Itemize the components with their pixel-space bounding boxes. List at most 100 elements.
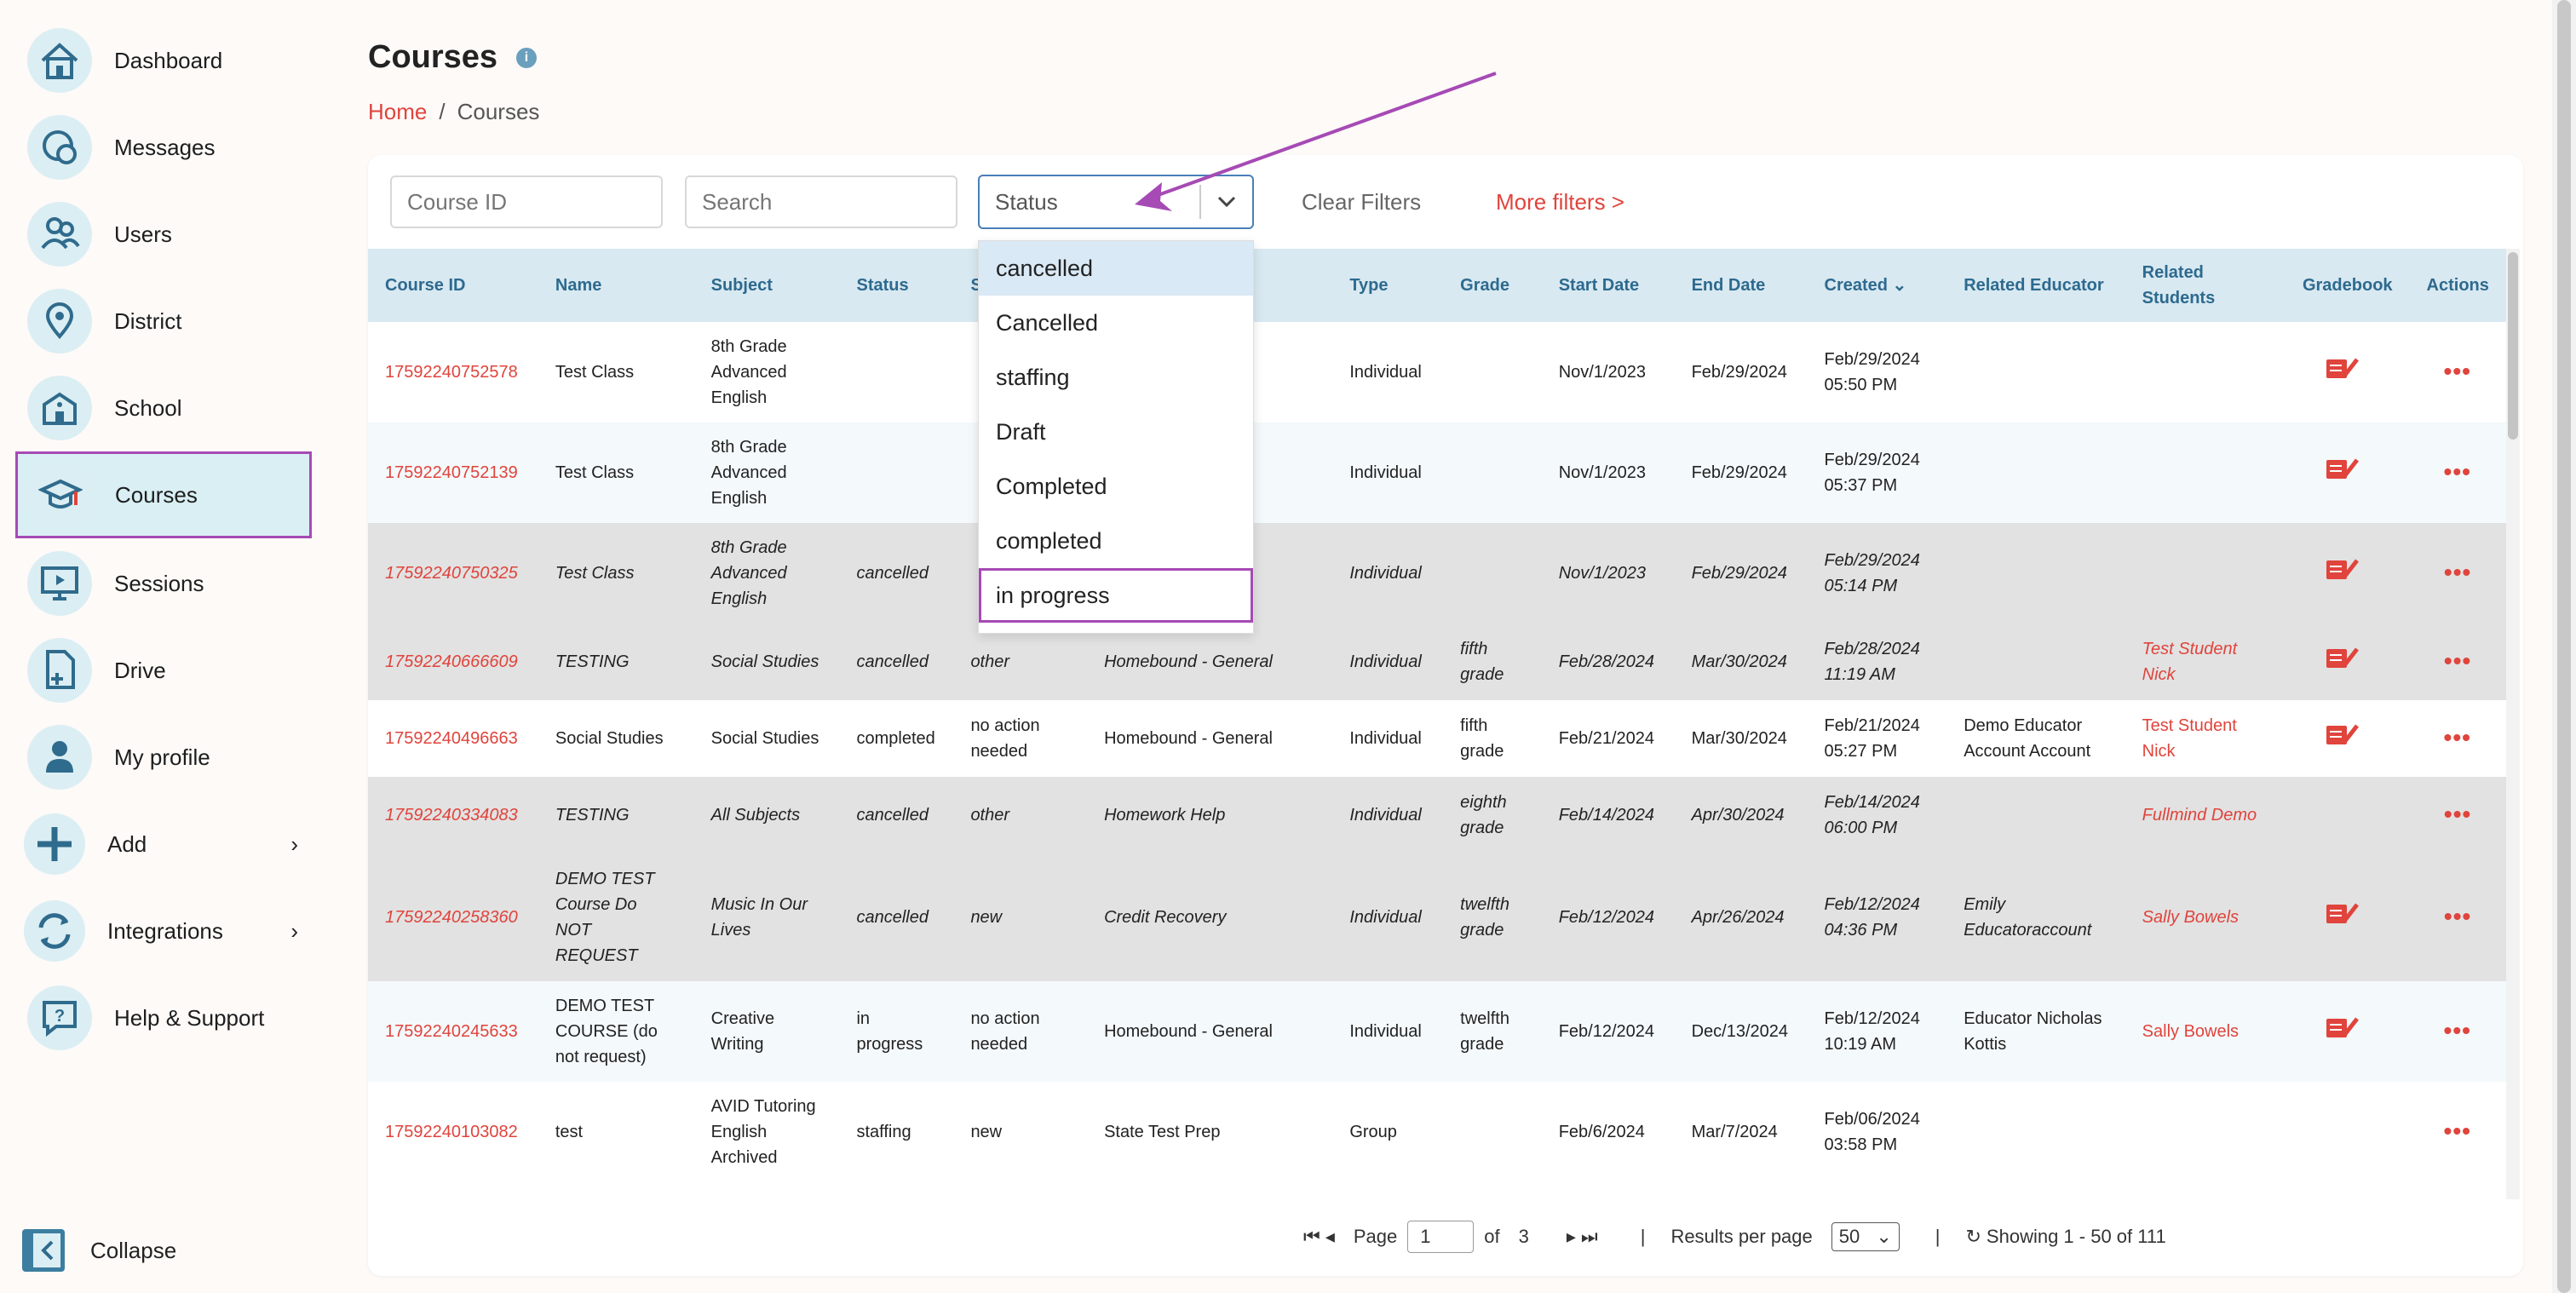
collapse-button[interactable]: Collapse <box>22 1227 176 1274</box>
page-scrollbar-thumb[interactable] <box>2557 0 2571 1293</box>
cell-course-id[interactable]: 17592240750325 <box>368 523 538 624</box>
cell-course-id[interactable]: 17592240090503 <box>368 1182 538 1199</box>
cell-course-id[interactable]: 17592240258360 <box>368 853 538 981</box>
sidebar-item-users[interactable]: Users <box>17 191 312 278</box>
cell-related-students[interactable]: Test Student Nick <box>2125 700 2286 777</box>
cell-related-students[interactable] <box>2125 1082 2286 1182</box>
cell-course-id[interactable]: 17592240334083 <box>368 777 538 853</box>
more-actions-icon[interactable]: ••• <box>2444 1017 2471 1043</box>
header-end-date[interactable]: End Date <box>1675 249 1808 322</box>
status-option-in-progress[interactable]: in progress <box>979 568 1253 623</box>
scrollbar-thumb[interactable] <box>2508 252 2518 440</box>
breadcrumb-home-link[interactable]: Home <box>368 99 427 125</box>
refresh-icon[interactable]: ↻ <box>1965 1226 1981 1248</box>
sidebar-item-label: Courses <box>115 481 198 508</box>
per-page-select[interactable]: 50 ⌄ <box>1831 1222 1900 1251</box>
header-related-students[interactable]: Related Students <box>2125 249 2286 322</box>
cell-course-id[interactable]: 17592240666609 <box>368 624 538 700</box>
course-id-input[interactable] <box>390 175 663 228</box>
sidebar-item-sessions[interactable]: Sessions <box>17 540 312 627</box>
gradebook-icon[interactable] <box>2325 1015 2360 1041</box>
cell-related-students[interactable]: Test Student Nick <box>2125 624 2286 700</box>
more-actions-icon[interactable]: ••• <box>2444 647 2471 674</box>
header-course-id[interactable]: Course ID <box>368 249 538 322</box>
cell-course-id[interactable]: 17592240752139 <box>368 422 538 523</box>
cell-related-students[interactable]: Sally Bowels <box>2125 981 2286 1082</box>
more-actions-icon[interactable]: ••• <box>2444 1118 2471 1144</box>
cell-course-id[interactable]: 17592240103082 <box>368 1082 538 1182</box>
first-page-icon[interactable]: ⏮ <box>1303 1226 1320 1248</box>
cell-related-students[interactable] <box>2125 422 2286 523</box>
more-actions-icon[interactable]: ••• <box>2444 358 2471 384</box>
table-row[interactable]: 17592240750325 Test Class 8th Grade Advanc… <box>368 523 2506 624</box>
page-scrollbar[interactable] <box>2552 0 2576 1293</box>
cell-course-id[interactable]: 17592240752578 <box>368 322 538 422</box>
info-icon[interactable]: i <box>516 48 537 68</box>
cell-course-id[interactable]: 17592240496663 <box>368 700 538 777</box>
prev-page-icon[interactable]: ◂ <box>1325 1226 1335 1248</box>
more-actions-icon[interactable]: ••• <box>2444 559 2471 585</box>
gradebook-icon[interactable] <box>2325 646 2360 671</box>
cell-related-students[interactable] <box>2125 1182 2286 1199</box>
table-row[interactable]: 17592240752578 Test Class 8th Grade Advanc… <box>368 322 2506 422</box>
header-related-educator[interactable]: Related Educator <box>1946 249 2125 322</box>
sidebar-item-drive[interactable]: Drive <box>17 627 312 714</box>
search-input[interactable] <box>685 175 957 228</box>
next-page-icon[interactable]: ▸ <box>1567 1226 1576 1248</box>
gradebook-icon[interactable] <box>2325 557 2360 583</box>
gradebook-icon[interactable] <box>2325 356 2360 382</box>
status-option-completed-cap[interactable]: Completed <box>979 459 1253 514</box>
clear-filters-button[interactable]: Clear Filters <box>1302 189 1421 216</box>
sidebar-item-integrations[interactable]: Integrations › <box>17 888 312 974</box>
status-option-draft[interactable]: Draft <box>979 405 1253 459</box>
header-start-date[interactable]: Start Date <box>1542 249 1675 322</box>
more-actions-icon[interactable]: ••• <box>2444 724 2471 750</box>
table-row[interactable]: 17592240258360 DEMO TEST Course Do NOT RE… <box>368 853 2506 981</box>
sidebar-item-school[interactable]: School <box>17 365 312 451</box>
chevron-down-icon[interactable] <box>1201 196 1252 208</box>
header-type[interactable]: Type <box>1332 249 1443 322</box>
cell-related-students[interactable] <box>2125 523 2286 624</box>
header-created[interactable]: Created ⌄ <box>1808 249 1947 322</box>
sidebar-item-my-profile[interactable]: My profile <box>17 714 312 801</box>
table-row[interactable]: 17592240496663 Social Studies Social Studi… <box>368 700 2506 777</box>
status-option-cancelled-cap[interactable]: Cancelled <box>979 296 1253 350</box>
table-row[interactable]: 17592240752139 Test Class 8th Grade Advanc… <box>368 422 2506 523</box>
cell-course-id[interactable]: 17592240245633 <box>368 981 538 1082</box>
sidebar-item-add[interactable]: Add › <box>17 801 312 888</box>
cell-related-students[interactable]: Sally Bowels <box>2125 853 2286 981</box>
gradebook-icon[interactable] <box>2325 457 2360 482</box>
status-option-completed[interactable]: completed <box>979 514 1253 568</box>
header-subject[interactable]: Subject <box>694 249 840 322</box>
sidebar-item-messages[interactable]: Messages <box>17 104 312 191</box>
sidebar-item-dashboard[interactable]: Dashboard <box>17 17 312 104</box>
more-actions-icon[interactable]: ••• <box>2444 903 2471 929</box>
cell-related-students[interactable]: Fullmind Demo <box>2125 777 2286 853</box>
last-page-icon[interactable]: ⏭ <box>1581 1226 1598 1248</box>
cell-start-date: Feb/6/2024 <box>1541 1082 1675 1182</box>
more-actions-icon[interactable]: ••• <box>2444 458 2471 485</box>
sidebar-item-help-support[interactable]: ? Help & Support <box>17 974 312 1061</box>
sidebar-item-district[interactable]: District <box>17 278 312 365</box>
table-row[interactable]: 17592240090503testAVID Tutoring Englishs… <box>368 1182 2506 1199</box>
status-select[interactable]: Status <box>978 175 1254 229</box>
table-row[interactable]: 17592240666609 TESTING Social Studies cance… <box>368 624 2506 700</box>
page-number-input[interactable]: 1 <box>1407 1221 1475 1253</box>
table-row[interactable]: 17592240334083 TESTING All Subjects cancell… <box>368 777 2506 853</box>
gradebook-icon[interactable] <box>2325 901 2360 927</box>
header-name[interactable]: Name <box>538 249 694 322</box>
header-gradebook[interactable]: Gradebook <box>2286 249 2410 322</box>
gradebook-icon[interactable] <box>2325 722 2360 748</box>
more-actions-icon[interactable]: ••• <box>2444 801 2471 827</box>
status-option-staffing[interactable]: staffing <box>979 350 1253 405</box>
table-scrollbar[interactable] <box>2506 249 2520 1199</box>
cell-start-date: Feb/14/2024 <box>1541 777 1675 853</box>
table-row[interactable]: 17592240103082 test AVID Tutoring English … <box>368 1082 2506 1182</box>
header-grade[interactable]: Grade <box>1443 249 1542 322</box>
table-row[interactable]: 17592240245633 DEMO TEST COURSE (do not r… <box>368 981 2506 1082</box>
header-status[interactable]: Status <box>839 249 953 322</box>
cell-related-students[interactable] <box>2125 322 2286 422</box>
sidebar-item-courses[interactable]: Courses <box>15 451 312 538</box>
status-option-cancelled[interactable]: cancelled <box>979 241 1253 296</box>
more-filters-link[interactable]: More filters > <box>1496 189 1624 216</box>
